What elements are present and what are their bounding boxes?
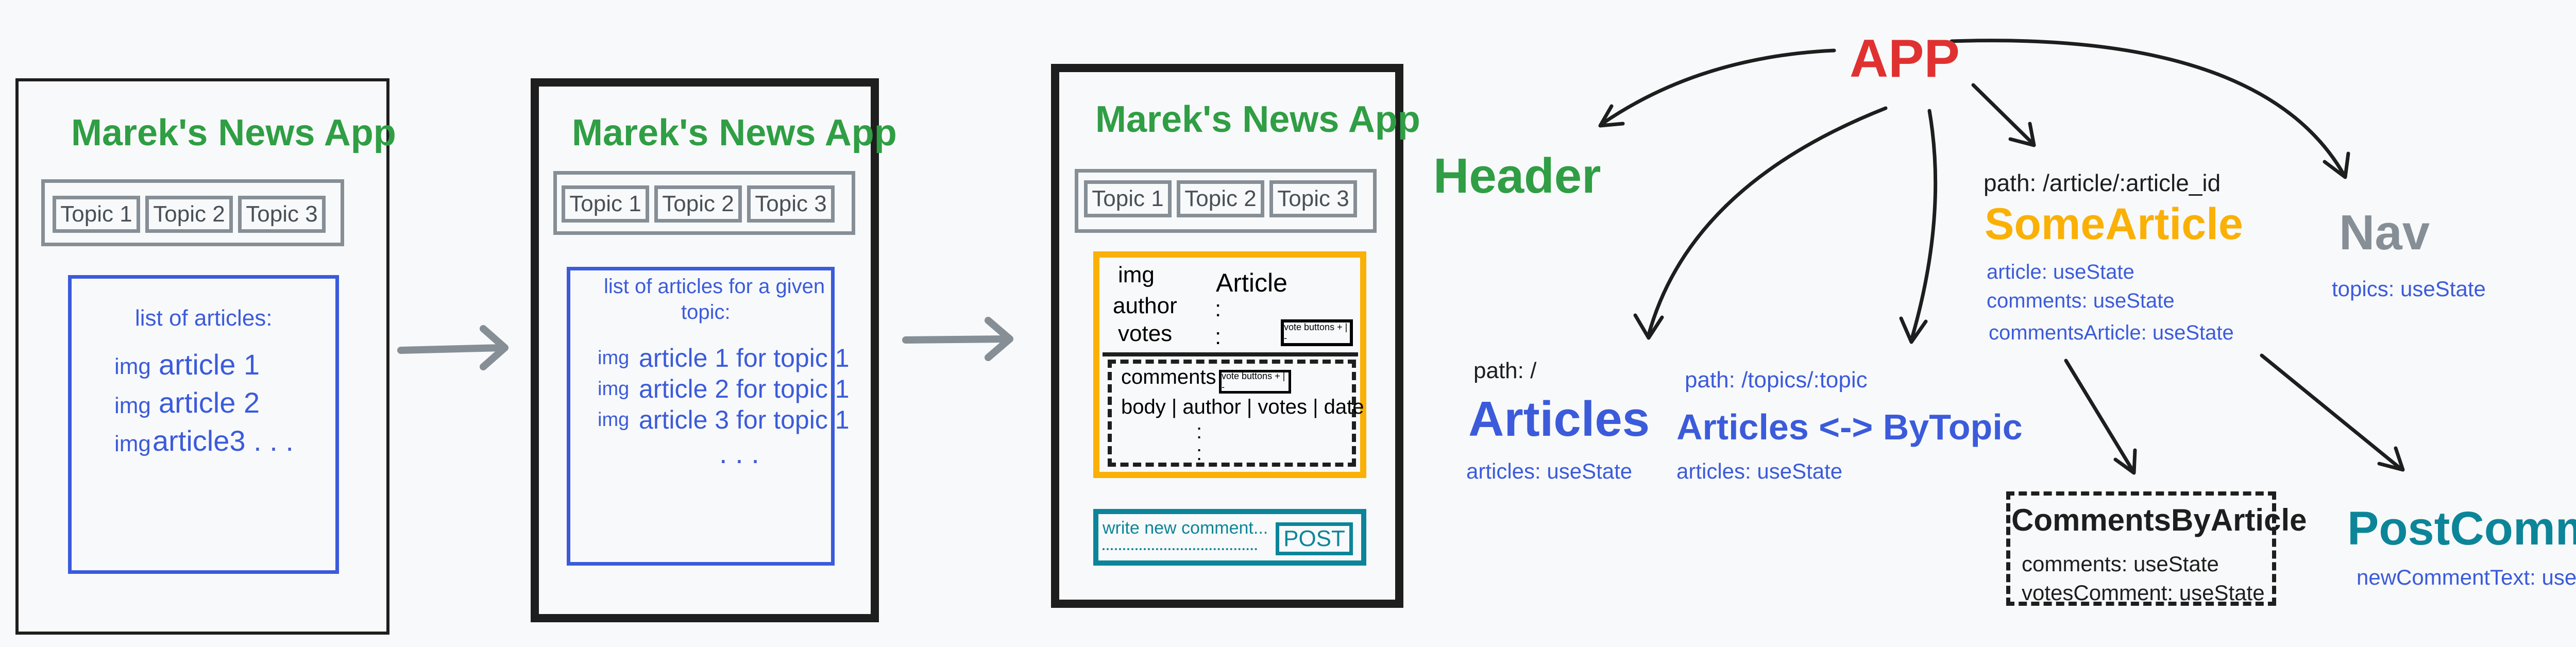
- somearticle-path: path: /article/:article_id: [1984, 169, 2221, 196]
- arrow-app-to-bytopic: [1909, 109, 1938, 342]
- arrow-app-to-header: [1600, 48, 1836, 126]
- commentsbyarticle-state: votesComment: useState: [2022, 581, 2265, 605]
- bytopic-state: articles: useState: [1676, 459, 1843, 483]
- bytopic-path: path: /topics/:topic: [1685, 367, 1868, 393]
- node-postcomment: PostComment: [2347, 502, 2576, 555]
- node-commentsbyarticle: CommentsByArticle: [2011, 503, 2307, 537]
- nav-state: topics: useState: [2332, 277, 2486, 301]
- node-somearticle: SomeArticle: [1985, 199, 2243, 249]
- articles-state: articles: useState: [1466, 459, 1633, 483]
- arrow-somearticle-to-postcomment: [2260, 353, 2403, 471]
- node-articles: Articles: [1468, 391, 1650, 447]
- arrow-somearticle-to-commentsbyarticle: [2064, 359, 2135, 473]
- somearticle-state: article: useState: [1987, 261, 2134, 283]
- node-articles-bytopic: Articles <-> ByTopic: [1676, 407, 2023, 447]
- somearticle-state: commentsArticle: useState: [1989, 321, 2234, 344]
- postcomment-state: newCommentText: useState: [2357, 565, 2576, 589]
- articles-path: path: /: [1473, 358, 1537, 383]
- commentsbyarticle-state: comments: useState: [2022, 552, 2219, 576]
- arrow-app-to-somearticle: [1971, 83, 2035, 145]
- arrow-app-to-articles: [1647, 106, 1888, 337]
- arrow-app-to-nav: [1950, 39, 2346, 177]
- arrow-screen1-to-screen2: [397, 344, 506, 354]
- arrow-screen2-to-screen3: [902, 335, 1011, 344]
- node-nav: Nav: [2339, 205, 2430, 260]
- node-app: APP: [1850, 29, 1960, 89]
- somearticle-state: comments: useState: [1987, 290, 2175, 312]
- node-header: Header: [1433, 148, 1601, 203]
